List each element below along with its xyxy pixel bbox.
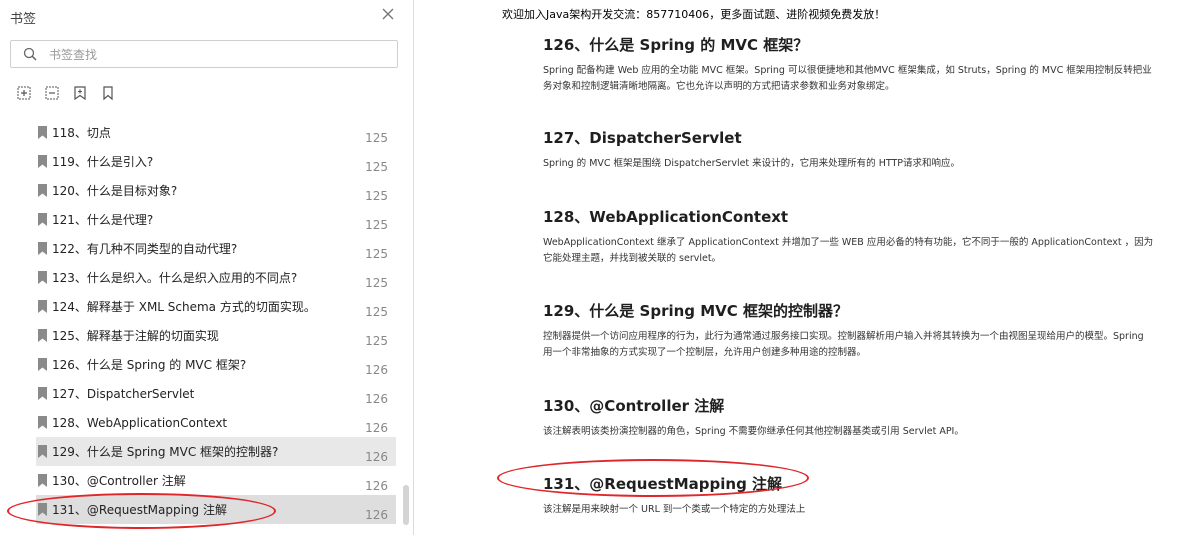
search-input[interactable] — [47, 44, 391, 66]
section-heading: 127、DispatcherServlet — [543, 129, 742, 147]
list-item[interactable]: 119、什么是引入? 125 — [36, 147, 396, 176]
scrollbar[interactable] — [402, 110, 410, 535]
bookmark-icon — [38, 416, 47, 429]
expand-all-icon[interactable] — [16, 85, 32, 101]
bookmark-label: 127、DispatcherServlet — [52, 387, 195, 401]
collapse-all-icon[interactable] — [44, 85, 60, 101]
list-item[interactable]: 120、什么是目标对象? 125 — [36, 176, 396, 205]
list-item[interactable]: 130、@Controller 注解 126 — [36, 466, 396, 495]
section-body: WebApplicationContext 继承了 ApplicationCon… — [543, 237, 1154, 264]
bookmark-page: 126 — [365, 363, 388, 377]
bookmark-page: 126 — [365, 508, 388, 522]
bookmark-page: 126 — [365, 421, 388, 435]
section-heading: 128、WebApplicationContext — [543, 208, 789, 226]
search-icon — [23, 47, 37, 61]
section-heading: 129、什么是 Spring MVC 框架的控制器？ — [543, 302, 849, 320]
close-icon[interactable] — [380, 6, 396, 22]
section-body: 该注解表明该类扮演控制器的角色，Spring 不需要你继承任何其他控制器基类或引… — [543, 426, 964, 437]
bookmark-page: 125 — [365, 131, 388, 145]
annotation-circle — [7, 493, 276, 529]
bookmark-icon — [38, 242, 47, 255]
document-page: 欢迎加入Java架构开发交流：857710406，更多面试题、进阶视频免费发放！… — [414, 0, 1186, 535]
scrollbar-thumb[interactable] — [403, 485, 409, 525]
bookmark-label: 126、什么是 Spring 的 MVC 框架? — [52, 358, 247, 372]
bookmark-label: 118、切点 — [52, 126, 111, 140]
bookmark-label: 119、什么是引入? — [52, 155, 154, 169]
list-item[interactable]: 123、什么是织入。什么是织入应用的不同点? 125 — [36, 263, 396, 292]
bookmark-icon — [38, 271, 47, 284]
bookmark-label: 125、解释基于注解的切面实现 — [52, 329, 219, 343]
bookmark-icon — [38, 184, 47, 197]
bookmark-label: 122、有几种不同类型的自动代理? — [52, 242, 238, 256]
bookmark-page: 125 — [365, 334, 388, 348]
list-item[interactable]: 121、什么是代理? 125 — [36, 205, 396, 234]
list-item[interactable]: 124、解释基于 XML Schema 方式的切面实现。 125 — [36, 292, 396, 321]
bookmark-page: 125 — [365, 218, 388, 232]
list-item[interactable]: 118、切点 125 — [36, 118, 396, 147]
page-banner: 欢迎加入Java架构开发交流：857710406，更多面试题、进阶视频免费发放！ — [502, 8, 886, 21]
list-item[interactable]: 127、DispatcherServlet 126 — [36, 379, 396, 408]
bookmark-page: 125 — [365, 276, 388, 290]
bookmark-icon — [38, 329, 47, 342]
bookmark-page: 125 — [365, 160, 388, 174]
panel-title: 书签 — [10, 12, 37, 27]
section-heading: 130、@Controller 注解 — [543, 397, 725, 415]
bookmark-label: 130、@Controller 注解 — [52, 474, 186, 488]
add-bookmark-icon[interactable] — [72, 85, 88, 101]
bookmark-page: 125 — [365, 305, 388, 319]
bookmark-search[interactable] — [10, 40, 398, 68]
section-body: Spring 配备构建 Web 应用的全功能 MVC 框架。Spring 可以很… — [543, 65, 1152, 92]
bookmark-page: 126 — [365, 479, 388, 493]
bookmark-icon — [38, 126, 47, 139]
bookmark-icon — [38, 300, 47, 313]
annotation-circle — [497, 459, 809, 497]
bookmark-icon — [38, 155, 47, 168]
bookmark-page: 126 — [365, 392, 388, 406]
bookmark-icon[interactable] — [100, 85, 116, 101]
bookmark-page: 125 — [365, 247, 388, 261]
bookmark-icon — [38, 213, 47, 226]
bookmark-panel: 书签 118、切点 125 119、什么是引入? 125 — [0, 0, 414, 535]
section-body: 该注解是用来映射一个 URL 到一个类或一个特定的方处理法上 — [543, 504, 806, 515]
section-body: Spring 的 MVC 框架是围绕 DispatcherServlet 来设计… — [543, 158, 961, 169]
list-item[interactable]: 129、什么是 Spring MVC 框架的控制器? 126 — [36, 437, 396, 466]
list-item[interactable]: 128、WebApplicationContext 126 — [36, 408, 396, 437]
bookmark-icon — [38, 445, 47, 458]
bookmark-icon — [38, 474, 47, 487]
bookmark-page: 126 — [365, 450, 388, 464]
bookmark-label: 120、什么是目标对象? — [52, 184, 178, 198]
bookmark-label: 124、解释基于 XML Schema 方式的切面实现。 — [52, 300, 316, 314]
bookmark-page: 125 — [365, 189, 388, 203]
bookmark-icon — [38, 358, 47, 371]
bookmark-label: 128、WebApplicationContext — [52, 416, 228, 430]
bookmark-label: 121、什么是代理? — [52, 213, 154, 227]
section-body: 控制器提供一个访问应用程序的行为，此行为通常通过服务接口实现。控制器解析用户输入… — [543, 331, 1144, 358]
list-item[interactable]: 126、什么是 Spring 的 MVC 框架? 126 — [36, 350, 396, 379]
section-heading: 126、什么是 Spring 的 MVC 框架？ — [543, 36, 809, 54]
list-item[interactable]: 122、有几种不同类型的自动代理? 125 — [36, 234, 396, 263]
bookmark-icon — [38, 387, 47, 400]
bookmark-label: 123、什么是织入。什么是织入应用的不同点? — [52, 271, 298, 285]
bookmark-label: 129、什么是 Spring MVC 框架的控制器? — [52, 445, 279, 459]
list-item[interactable]: 125、解释基于注解的切面实现 125 — [36, 321, 396, 350]
